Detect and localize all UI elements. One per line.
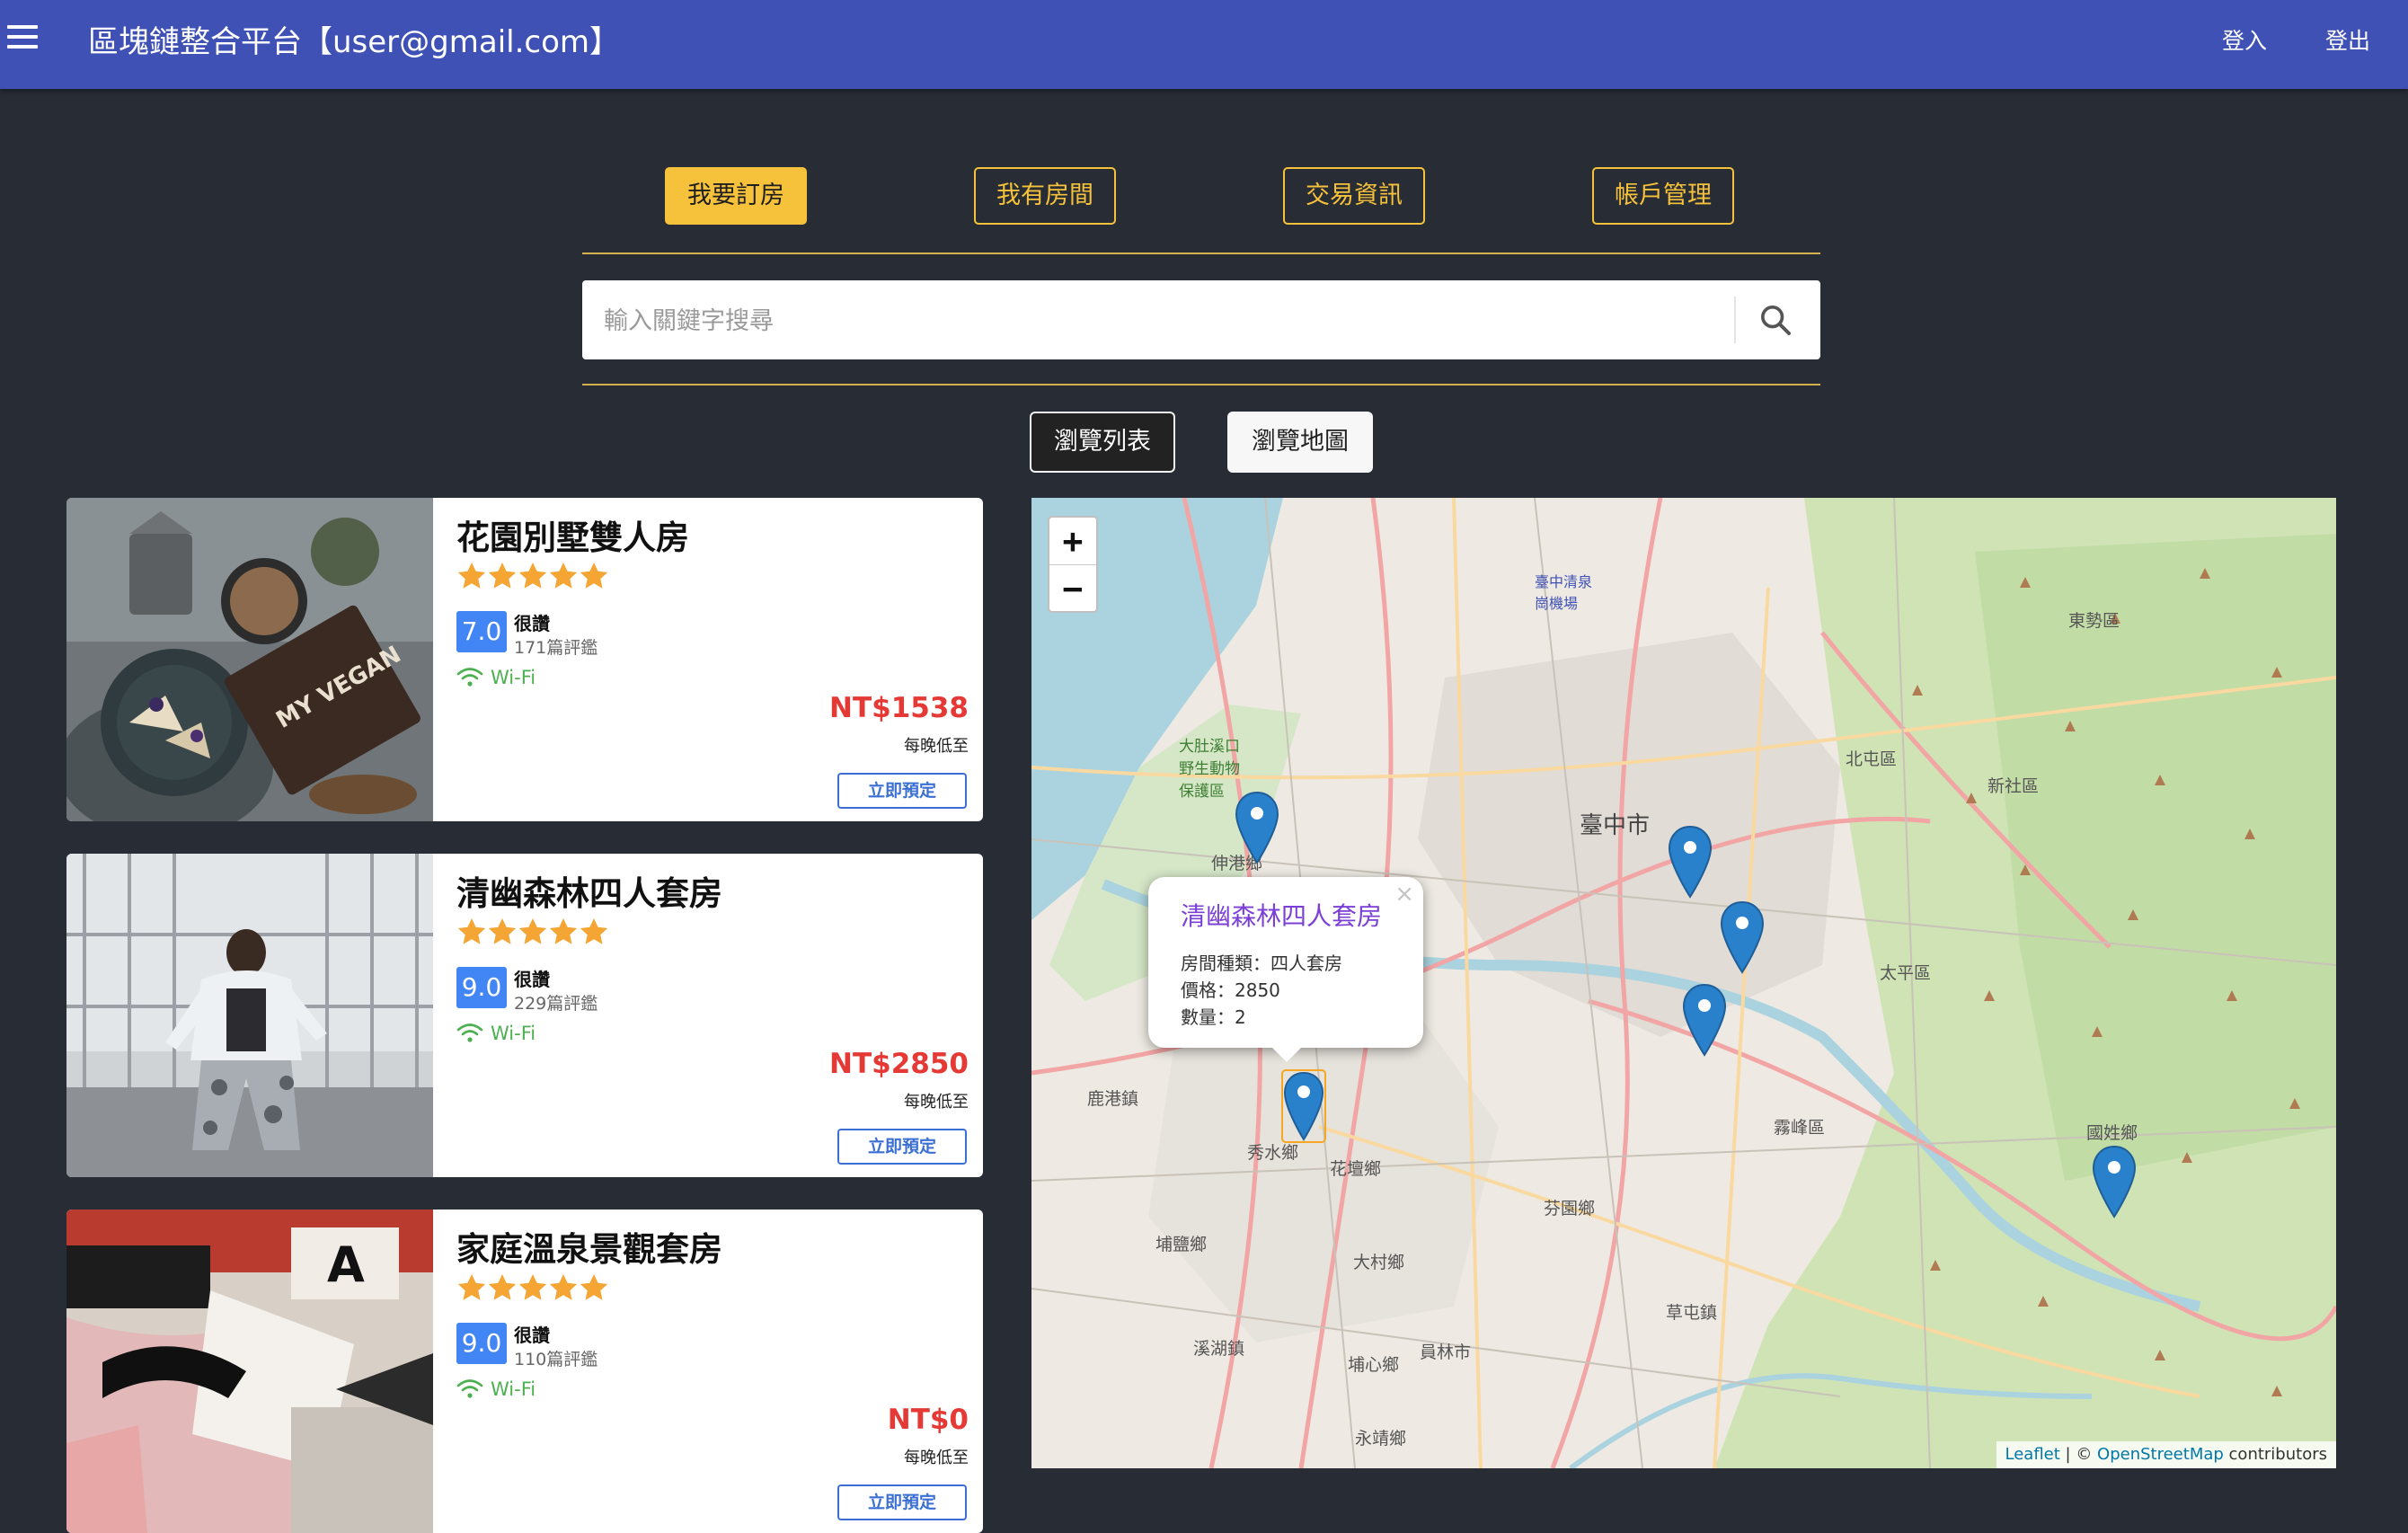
app-bar: 區塊鏈整合平台【user@gmail.com】 登入 登出 [0,0,2408,89]
map-label-dacun: 大村鄉 [1353,1253,1405,1272]
attribution-sep: | © [2059,1445,2098,1464]
leaflet-link[interactable]: Leaflet [2005,1445,2060,1464]
score-badge: 9.0 [456,967,507,1008]
map-label-xiushui: 秀水鄉 [1247,1143,1299,1163]
listing-price: NT$0 [887,1404,969,1436]
map-attribution: Leaflet | © OpenStreetMap contributors [1996,1441,2336,1468]
map-label-guoxing: 國姓鄉 [2086,1123,2138,1143]
listing-photo: MY VEGAN [66,498,433,821]
menu-icon[interactable] [7,25,38,50]
popup-tip [1270,1046,1303,1062]
map-label-puxin: 埔心鄉 [1348,1355,1400,1375]
app-title: 區塊鏈整合平台【user@gmail.com】 [88,24,621,60]
search-icon[interactable] [1757,302,1793,338]
map-view[interactable]: 臺中市 東勢區 北屯區 新社區 太平區 霧峰區 國姓鄉 鹿港鎮 秀水鄉 花壇鄉 … [1031,498,2336,1468]
search-divider [1734,297,1736,343]
listing-photo [66,854,433,1177]
listing-title: 家庭溫泉景觀套房 [456,1230,722,1269]
zoom-out-button[interactable]: − [1049,565,1096,612]
view-map-button[interactable]: 瀏覽地圖 [1227,412,1373,473]
listing-price: NT$2850 [829,1048,969,1080]
tab-account[interactable]: 帳戶管理 [1592,167,1734,225]
wifi-icon [456,1023,483,1042]
map-label-lugang: 鹿港鎮 [1087,1089,1139,1109]
book-now-button[interactable]: 立即預定 [837,773,967,809]
map-label-puyan: 埔鹽鄉 [1155,1235,1208,1254]
tab-my-rooms[interactable]: 我有房間 [974,167,1116,225]
map-label-huatan: 花壇鄉 [1330,1159,1382,1179]
listing-card[interactable]: A 家庭溫泉景觀套房 9.0 很讚 110篇評鑑 Wi-Fi NT$0 每晚低至… [66,1210,983,1533]
popup-title: 清幽森林四人套房 [1181,901,1383,931]
selected-map-marker[interactable] [1281,1069,1326,1143]
map-label-airport: 臺中清泉崗機場 [1535,573,1593,612]
wifi-icon [456,1379,483,1398]
review-count: 110篇評鑑 [514,1350,598,1369]
price-note: 每晚低至 [904,737,969,756]
map-label-caotun: 草屯鎮 [1666,1303,1718,1323]
review-count: 171篇評鑑 [514,638,598,658]
listing-price: NT$1538 [829,692,969,724]
price-note: 每晚低至 [904,1449,969,1467]
map-label-yongjing: 永靖鄉 [1355,1429,1407,1449]
map-marker[interactable] [1668,825,1713,899]
listing-card[interactable]: 清幽森林四人套房 9.0 很讚 229篇評鑑 Wi-Fi NT$2850 每晚低… [66,854,983,1177]
star-rating [457,1274,608,1300]
search-input[interactable] [602,280,1666,361]
attribution-suffix: contributors [2223,1445,2327,1464]
login-button[interactable]: 登入 [2222,23,2267,56]
map-popup: × 清幽森林四人套房 房間種類：四人套房 價格：2850 數量：2 [1148,877,1423,1062]
map-label-dongshi: 東勢區 [2068,611,2120,631]
map-marker[interactable] [1682,983,1727,1057]
svg-text:A: A [327,1236,365,1293]
amenity-label: Wi-Fi [491,1023,536,1044]
score-label: 很讚 [514,613,550,634]
map-label-xinshe: 新社區 [1987,776,2040,796]
star-rating [457,563,608,589]
score-label: 很讚 [514,969,550,990]
tab-transactions[interactable]: 交易資訊 [1283,167,1425,225]
map-marker[interactable] [1235,791,1279,864]
star-rating [457,918,608,944]
book-now-button[interactable]: 立即預定 [837,1129,967,1165]
map-label-wufeng: 霧峰區 [1774,1118,1826,1138]
zoom-in-button[interactable]: + [1049,518,1096,565]
popup-close-button[interactable]: × [1394,881,1414,908]
price-note: 每晚低至 [904,1093,969,1112]
amenity-label: Wi-Fi [491,1378,536,1400]
map-label-fenyuan: 芬園鄉 [1544,1199,1596,1218]
map-label-yuanlin: 員林市 [1420,1342,1472,1362]
map-label-taiping: 太平區 [1880,963,1932,983]
wifi-icon [456,668,483,687]
listing-title: 花園別墅雙人房 [456,518,689,557]
tab-book-room[interactable]: 我要訂房 [665,167,807,225]
popup-price: 價格：2850 [1181,979,1280,1001]
search-bar [582,280,1820,361]
popup-room-type: 房間種類：四人套房 [1181,953,1342,974]
listing-card[interactable]: MY VEGAN 花園別墅雙人房 7.0 很讚 171篇評鑑 Wi-Fi NT$… [66,498,983,821]
divider-bottom [582,384,1820,385]
popup-quantity: 數量：2 [1181,1006,1246,1028]
map-marker[interactable] [1720,900,1765,974]
logout-button[interactable]: 登出 [2325,23,2370,56]
map-label-beitun: 北屯區 [1846,749,1898,769]
zoom-control: + − [1048,516,1098,613]
map-label-taichung: 臺中市 [1580,812,1651,839]
map-label-xihu: 溪湖鎮 [1193,1339,1245,1359]
listing-title: 清幽森林四人套房 [456,874,722,913]
amenity-label: Wi-Fi [491,667,536,688]
listing-photo: A [66,1210,433,1533]
book-now-button[interactable]: 立即預定 [837,1484,967,1520]
view-list-button[interactable]: 瀏覽列表 [1030,412,1175,473]
review-count: 229篇評鑑 [514,994,598,1014]
divider-top [582,253,1820,254]
score-badge: 9.0 [456,1323,507,1364]
map-marker[interactable] [2092,1145,2137,1218]
score-badge: 7.0 [456,611,507,652]
osm-link[interactable]: OpenStreetMap [2097,1445,2224,1464]
score-label: 很讚 [514,1325,550,1346]
